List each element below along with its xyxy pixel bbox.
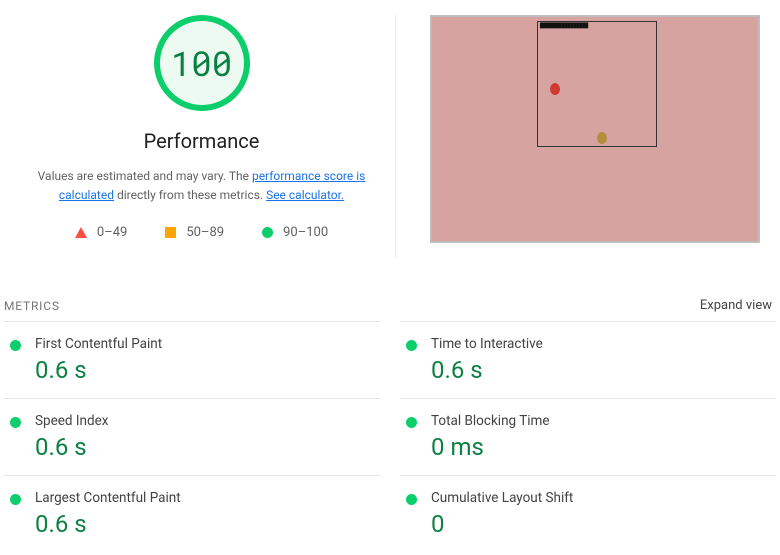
metric-value: 0.6 s: [35, 356, 162, 384]
metric-first-contentful-paint: First Contentful Paint 0.6 s: [4, 321, 380, 398]
see-calculator-link[interactable]: See calculator.: [266, 188, 344, 202]
metric-name: First Contentful Paint: [35, 336, 162, 352]
pass-icon: [10, 340, 21, 351]
metric-time-to-interactive: Time to Interactive 0.6 s: [400, 321, 776, 398]
metric-value: 0.6 s: [431, 356, 543, 384]
pass-icon: [10, 417, 21, 428]
metric-value: 0 ms: [431, 433, 550, 461]
pass-icon: [406, 340, 417, 351]
score-legend: 0–49 50–89 90–100: [8, 225, 395, 240]
category-title: Performance: [8, 129, 395, 153]
legend-pass: 90–100: [262, 225, 328, 240]
metric-value: 0.6 s: [35, 510, 181, 538]
score-gauge: 100: [154, 15, 250, 111]
triangle-icon: [75, 227, 87, 238]
estimate-prefix: Values are estimated and may vary. The: [38, 169, 252, 183]
metric-speed-index: Speed Index 0.6 s: [4, 398, 380, 475]
screenshot-section: ████████████████: [396, 15, 772, 243]
circle-icon: [262, 227, 273, 238]
pass-icon: [406, 417, 417, 428]
performance-score-section: 100 Performance Values are estimated and…: [8, 15, 396, 258]
legend-average-label: 50–89: [186, 225, 224, 240]
metrics-grid: First Contentful Paint 0.6 s Time to Int…: [0, 321, 780, 552]
legend-pass-label: 90–100: [283, 225, 328, 240]
estimate-text: Values are estimated and may vary. The p…: [8, 167, 395, 205]
pass-icon: [10, 494, 21, 505]
estimate-mid: directly from these metrics.: [114, 188, 266, 202]
legend-fail-label: 0–49: [97, 225, 127, 240]
legend-fail: 0–49: [75, 225, 127, 240]
square-icon: [165, 227, 176, 238]
metric-largest-contentful-paint: Largest Contentful Paint 0.6 s: [4, 475, 380, 552]
metric-name: Largest Contentful Paint: [35, 490, 181, 506]
screenshot-urlbar: ████████████████: [540, 23, 588, 29]
metric-name: Cumulative Layout Shift: [431, 490, 573, 506]
metric-value: 0.6 s: [35, 433, 108, 461]
screenshot-sprite: [550, 83, 560, 95]
metric-name: Time to Interactive: [431, 336, 543, 352]
metric-total-blocking-time: Total Blocking Time 0 ms: [400, 398, 776, 475]
score-value: 100: [171, 41, 232, 86]
pass-icon: [406, 494, 417, 505]
metric-name: Total Blocking Time: [431, 413, 550, 429]
screenshot-sprite: [597, 132, 607, 144]
metric-cumulative-layout-shift: Cumulative Layout Shift 0: [400, 475, 776, 552]
metric-name: Speed Index: [35, 413, 108, 429]
expand-view-button[interactable]: Expand view: [700, 298, 772, 313]
legend-average: 50–89: [165, 225, 224, 240]
page-screenshot: ████████████████: [430, 15, 760, 243]
metric-value: 0: [431, 510, 573, 538]
metrics-heading: METRICS: [4, 299, 60, 313]
